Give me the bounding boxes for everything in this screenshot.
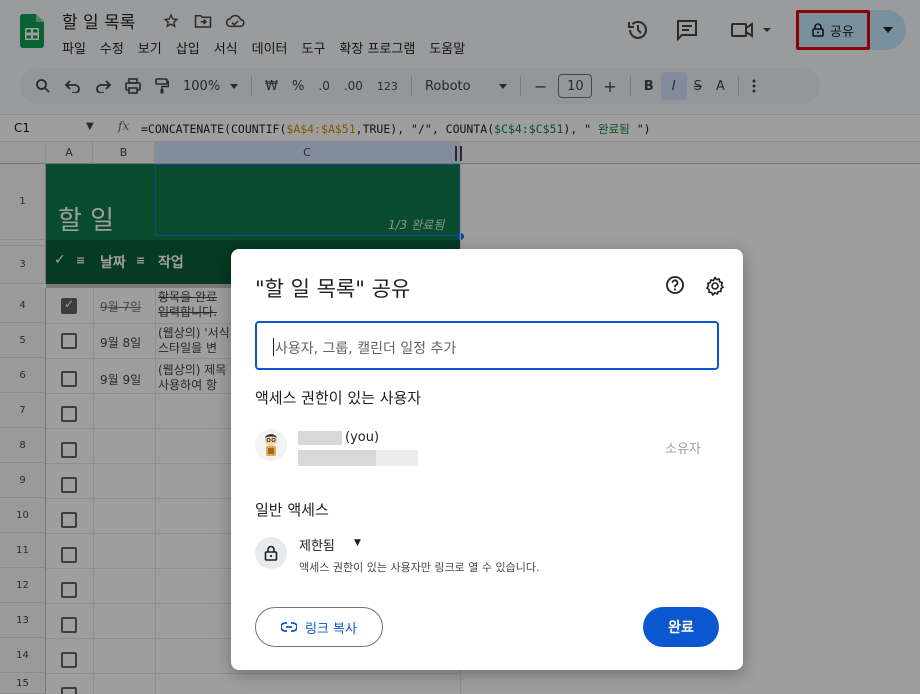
- copy-link-label: 링크 복사: [305, 621, 357, 637]
- gear-icon[interactable]: [705, 276, 725, 296]
- sheets-app: 할 일 목록 파일 수정 보기 삽입 서식 데이터 도구 확장 프로그램 도움말: [0, 0, 920, 694]
- people-heading: 액세스 권한이 있는 사용자: [255, 389, 422, 407]
- help-icon[interactable]: [665, 275, 685, 295]
- dialog-title: "할 일 목록" 공유: [255, 277, 411, 301]
- access-level-select[interactable]: 제한됨: [299, 535, 335, 554]
- add-people-input[interactable]: 사용자, 그룹, 캘린더 일정 추가: [255, 321, 719, 370]
- redacted-email: [298, 450, 418, 466]
- done-button[interactable]: 완료: [643, 607, 719, 647]
- owner-role: 소유자: [665, 442, 701, 457]
- lock-icon: [255, 537, 287, 569]
- copy-link-button[interactable]: 링크 복사: [255, 607, 383, 647]
- caret-down-icon[interactable]: ▼: [354, 538, 361, 548]
- you-label: (you): [345, 430, 380, 445]
- general-access-heading: 일반 액세스: [255, 501, 329, 519]
- redacted-name: [298, 431, 342, 445]
- avatar: [255, 429, 287, 461]
- share-dialog: "할 일 목록" 공유 사용자, 그룹, 캘린더 일정 추가 액세스 권한이 있…: [231, 249, 743, 670]
- access-description: 액세스 권한이 있는 사용자만 링크로 열 수 있습니다.: [299, 561, 540, 574]
- link-icon: [281, 622, 297, 632]
